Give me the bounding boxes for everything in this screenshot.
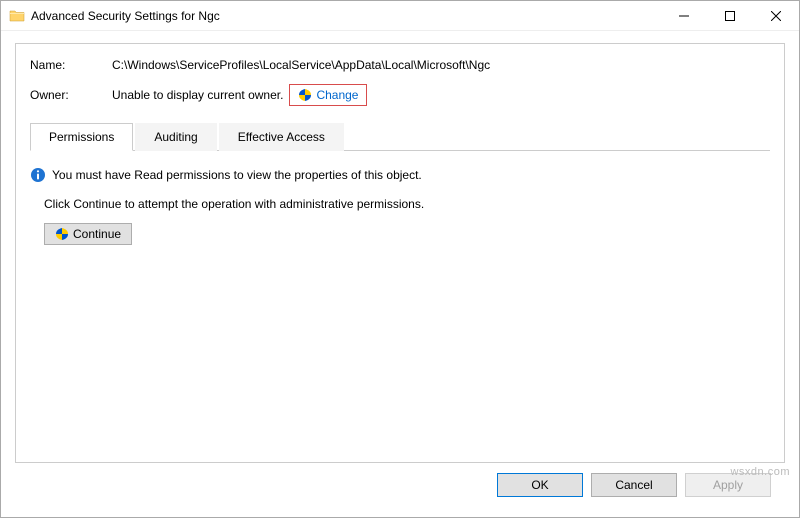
main-panel: Name: C:\Windows\ServiceProfiles\LocalSe… — [15, 43, 785, 463]
continue-hint: Click Continue to attempt the operation … — [44, 197, 770, 211]
titlebar: Advanced Security Settings for Ngc — [1, 1, 799, 31]
close-button[interactable] — [753, 1, 799, 30]
owner-value: Unable to display current owner. — [112, 88, 283, 102]
continue-button-label: Continue — [73, 227, 121, 241]
info-text: You must have Read permissions to view t… — [52, 168, 422, 182]
dialog-footer: OK Cancel Apply — [15, 463, 785, 507]
uac-shield-icon — [298, 88, 312, 102]
apply-button-label: Apply — [713, 478, 743, 492]
uac-shield-icon — [55, 227, 69, 241]
continue-button[interactable]: Continue — [44, 223, 132, 245]
content-area: Name: C:\Windows\ServiceProfiles\LocalSe… — [1, 31, 799, 517]
change-highlight: Change — [289, 84, 367, 106]
cancel-button-label: Cancel — [615, 478, 652, 492]
watermark: wsxdn.com — [730, 466, 790, 478]
window-title: Advanced Security Settings for Ngc — [31, 9, 220, 23]
info-row: You must have Read permissions to view t… — [30, 167, 770, 183]
info-icon — [30, 167, 46, 183]
ok-button-label: OK — [531, 478, 548, 492]
tab-effective-access[interactable]: Effective Access — [219, 123, 344, 151]
change-link-text: Change — [316, 88, 358, 102]
tab-strip: Permissions Auditing Effective Access — [30, 122, 770, 151]
tab-permissions-label: Permissions — [49, 130, 114, 144]
security-settings-window: Advanced Security Settings for Ngc Name:… — [0, 0, 800, 518]
tab-body: You must have Read permissions to view t… — [30, 151, 770, 452]
name-row: Name: C:\Windows\ServiceProfiles\LocalSe… — [30, 58, 770, 72]
tab-auditing-label: Auditing — [154, 130, 197, 144]
change-owner-link[interactable]: Change — [292, 86, 364, 104]
name-label: Name: — [30, 58, 112, 72]
owner-row: Owner: Unable to display current owner. — [30, 84, 770, 106]
cancel-button[interactable]: Cancel — [591, 473, 677, 497]
maximize-button[interactable] — [707, 1, 753, 30]
tab-effective-label: Effective Access — [238, 130, 325, 144]
name-value: C:\Windows\ServiceProfiles\LocalService\… — [112, 58, 490, 72]
ok-button[interactable]: OK — [497, 473, 583, 497]
owner-label: Owner: — [30, 88, 112, 102]
window-controls — [661, 1, 799, 30]
folder-icon — [9, 8, 25, 24]
minimize-button[interactable] — [661, 1, 707, 30]
tab-auditing[interactable]: Auditing — [135, 123, 216, 151]
tab-permissions[interactable]: Permissions — [30, 123, 133, 151]
